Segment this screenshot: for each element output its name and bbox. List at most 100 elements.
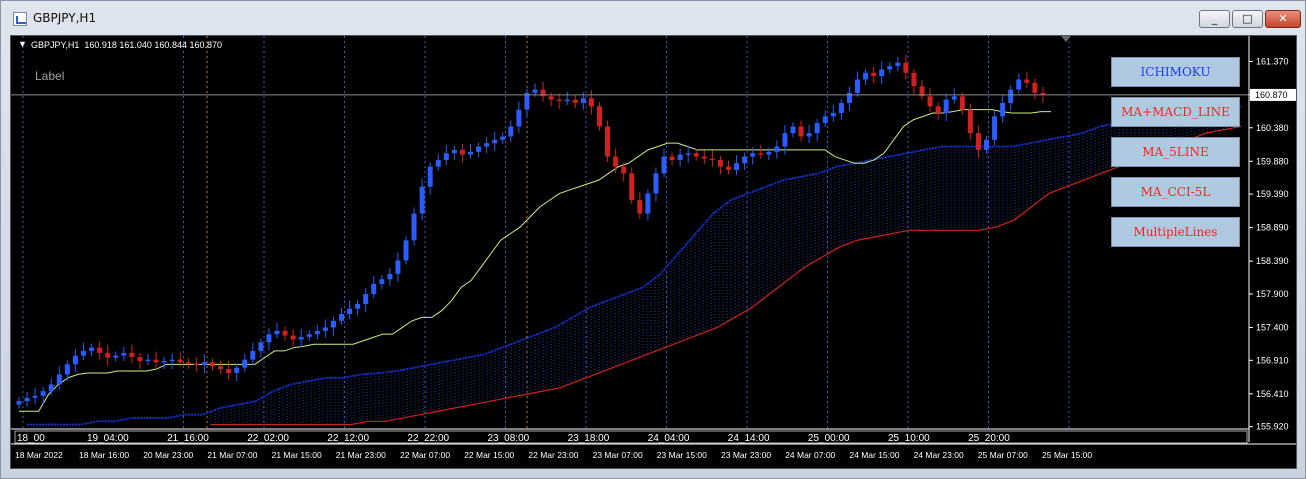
time-axis-date-label: 24 Mar 23:00 bbox=[914, 450, 964, 460]
current-price-label: 160.870 bbox=[1255, 90, 1288, 100]
time-axis-date-label: 22 Mar 23:00 bbox=[528, 450, 578, 460]
candle-body bbox=[161, 360, 167, 363]
price-axis-label: 158.390 bbox=[1256, 256, 1289, 266]
candle-body bbox=[121, 352, 127, 356]
candle-body bbox=[822, 116, 828, 124]
candle-body bbox=[363, 293, 369, 305]
candle-body bbox=[782, 133, 788, 147]
candle-body bbox=[959, 96, 965, 110]
candle-body bbox=[16, 401, 22, 405]
candle-body bbox=[105, 352, 111, 358]
candle-body bbox=[806, 133, 812, 137]
candle-body bbox=[943, 99, 949, 114]
candle-body bbox=[830, 113, 836, 117]
maximize-button[interactable]: □ bbox=[1232, 10, 1263, 28]
candle-body bbox=[371, 283, 377, 294]
candle-body bbox=[758, 153, 764, 155]
candle-body bbox=[282, 330, 288, 336]
time-axis-date-label: 21 Mar 15:00 bbox=[272, 450, 322, 460]
candle-body bbox=[226, 369, 232, 374]
candle-body bbox=[322, 327, 328, 331]
chart-header: GBPJPY,H1 160.918 161.040 160.844 160.87… bbox=[31, 40, 222, 50]
candle-body bbox=[427, 166, 433, 187]
candle-body bbox=[97, 347, 103, 353]
price-axis-label: 158.890 bbox=[1256, 223, 1289, 233]
time-axis-label: 23_18:00 bbox=[568, 433, 610, 444]
candle-body bbox=[113, 355, 119, 358]
window-titlebar[interactable]: GBPJPY,H1 _ □ ✕ bbox=[1, 1, 1305, 35]
candle-body bbox=[419, 186, 425, 214]
candle-body bbox=[742, 156, 748, 164]
ichimoku-button[interactable]: ICHIMOKU bbox=[1111, 57, 1240, 87]
time-axis-label: 25_10:00 bbox=[888, 433, 930, 444]
candle-body bbox=[274, 330, 280, 335]
candle-body bbox=[677, 154, 683, 160]
candle-body bbox=[314, 330, 320, 335]
time-axis-date-label: 22 Mar 07:00 bbox=[400, 450, 450, 460]
candle-body bbox=[1008, 89, 1014, 103]
time-axis-label: 24_04:00 bbox=[648, 433, 690, 444]
candle-body bbox=[459, 149, 465, 155]
candle-body bbox=[685, 153, 691, 155]
candle-body bbox=[153, 359, 159, 363]
time-axis-date-label: 24 Mar 15:00 bbox=[849, 450, 899, 460]
price-chart[interactable]: 161.370 160.870 160.380 159.880 159.390 158.8… bbox=[10, 35, 1297, 469]
candle-body bbox=[726, 166, 731, 170]
candle-body bbox=[1024, 79, 1030, 83]
candle-body bbox=[266, 334, 272, 343]
candle-body bbox=[492, 139, 498, 144]
candle-body bbox=[992, 116, 998, 140]
candle-body bbox=[508, 126, 514, 137]
chart-window-icon bbox=[13, 12, 27, 26]
price-axis-label: 160.380 bbox=[1256, 123, 1289, 133]
ma-cci-5l-button[interactable]: MA_CCI-5L bbox=[1111, 177, 1240, 207]
candle-body bbox=[330, 320, 336, 328]
candle-body bbox=[169, 359, 175, 362]
candle-body bbox=[903, 62, 909, 73]
price-axis-label: 156.410 bbox=[1256, 389, 1289, 399]
candle-body bbox=[863, 72, 869, 80]
time-axis-date-label: 18 Mar 16:00 bbox=[79, 450, 129, 460]
time-axis-date-label: 23 Mar 23:00 bbox=[721, 450, 771, 460]
ma-macd-line-button[interactable]: MA+MACD_LINE bbox=[1111, 97, 1240, 127]
candle-body bbox=[218, 366, 224, 370]
ma-5line-button[interactable]: MA_5LINE bbox=[1111, 137, 1240, 167]
candle-body bbox=[298, 336, 304, 340]
time-axis-date-label: 25 Mar 07:00 bbox=[978, 450, 1028, 460]
candle-body bbox=[766, 151, 772, 155]
candle-body bbox=[234, 367, 240, 374]
chart-window: GBPJPY,H1 _ □ ✕ 161.370 160.870 160.380 159… bbox=[0, 0, 1306, 479]
candle-body bbox=[984, 139, 989, 150]
time-axis-label: 22_12:00 bbox=[327, 433, 369, 444]
candle-body bbox=[572, 99, 578, 103]
candle-body bbox=[951, 96, 957, 100]
candle-body bbox=[177, 359, 183, 363]
candle-body bbox=[129, 352, 135, 357]
candle-body bbox=[185, 362, 191, 364]
candle-body bbox=[613, 156, 619, 167]
candle-body bbox=[290, 335, 296, 340]
candle-body bbox=[790, 126, 796, 134]
candle-body bbox=[476, 146, 482, 152]
candle-body bbox=[468, 151, 473, 155]
price-axis-label: 161.370 bbox=[1256, 56, 1289, 66]
multiplelines-button[interactable]: MultipleLines bbox=[1111, 217, 1240, 247]
candle-body bbox=[701, 156, 707, 159]
candle-body bbox=[532, 89, 538, 93]
chart-header-arrow-icon[interactable]: ▼ bbox=[18, 39, 27, 49]
candle-body bbox=[895, 62, 901, 67]
label-object[interactable]: Label bbox=[35, 69, 64, 83]
close-button[interactable]: ✕ bbox=[1265, 10, 1301, 28]
candle-body bbox=[967, 109, 973, 134]
candle-body bbox=[210, 362, 215, 367]
time-axis-label: 22_02:00 bbox=[247, 433, 289, 444]
candle-body bbox=[798, 126, 804, 137]
candle-body bbox=[56, 374, 62, 385]
candle-body bbox=[653, 173, 659, 194]
candle-body bbox=[24, 397, 30, 402]
candle-body bbox=[1032, 82, 1038, 93]
candle-body bbox=[242, 359, 248, 368]
minimize-button[interactable]: _ bbox=[1199, 10, 1230, 28]
candle-body bbox=[250, 350, 256, 360]
time-axis-label: 24_14:00 bbox=[728, 433, 770, 444]
